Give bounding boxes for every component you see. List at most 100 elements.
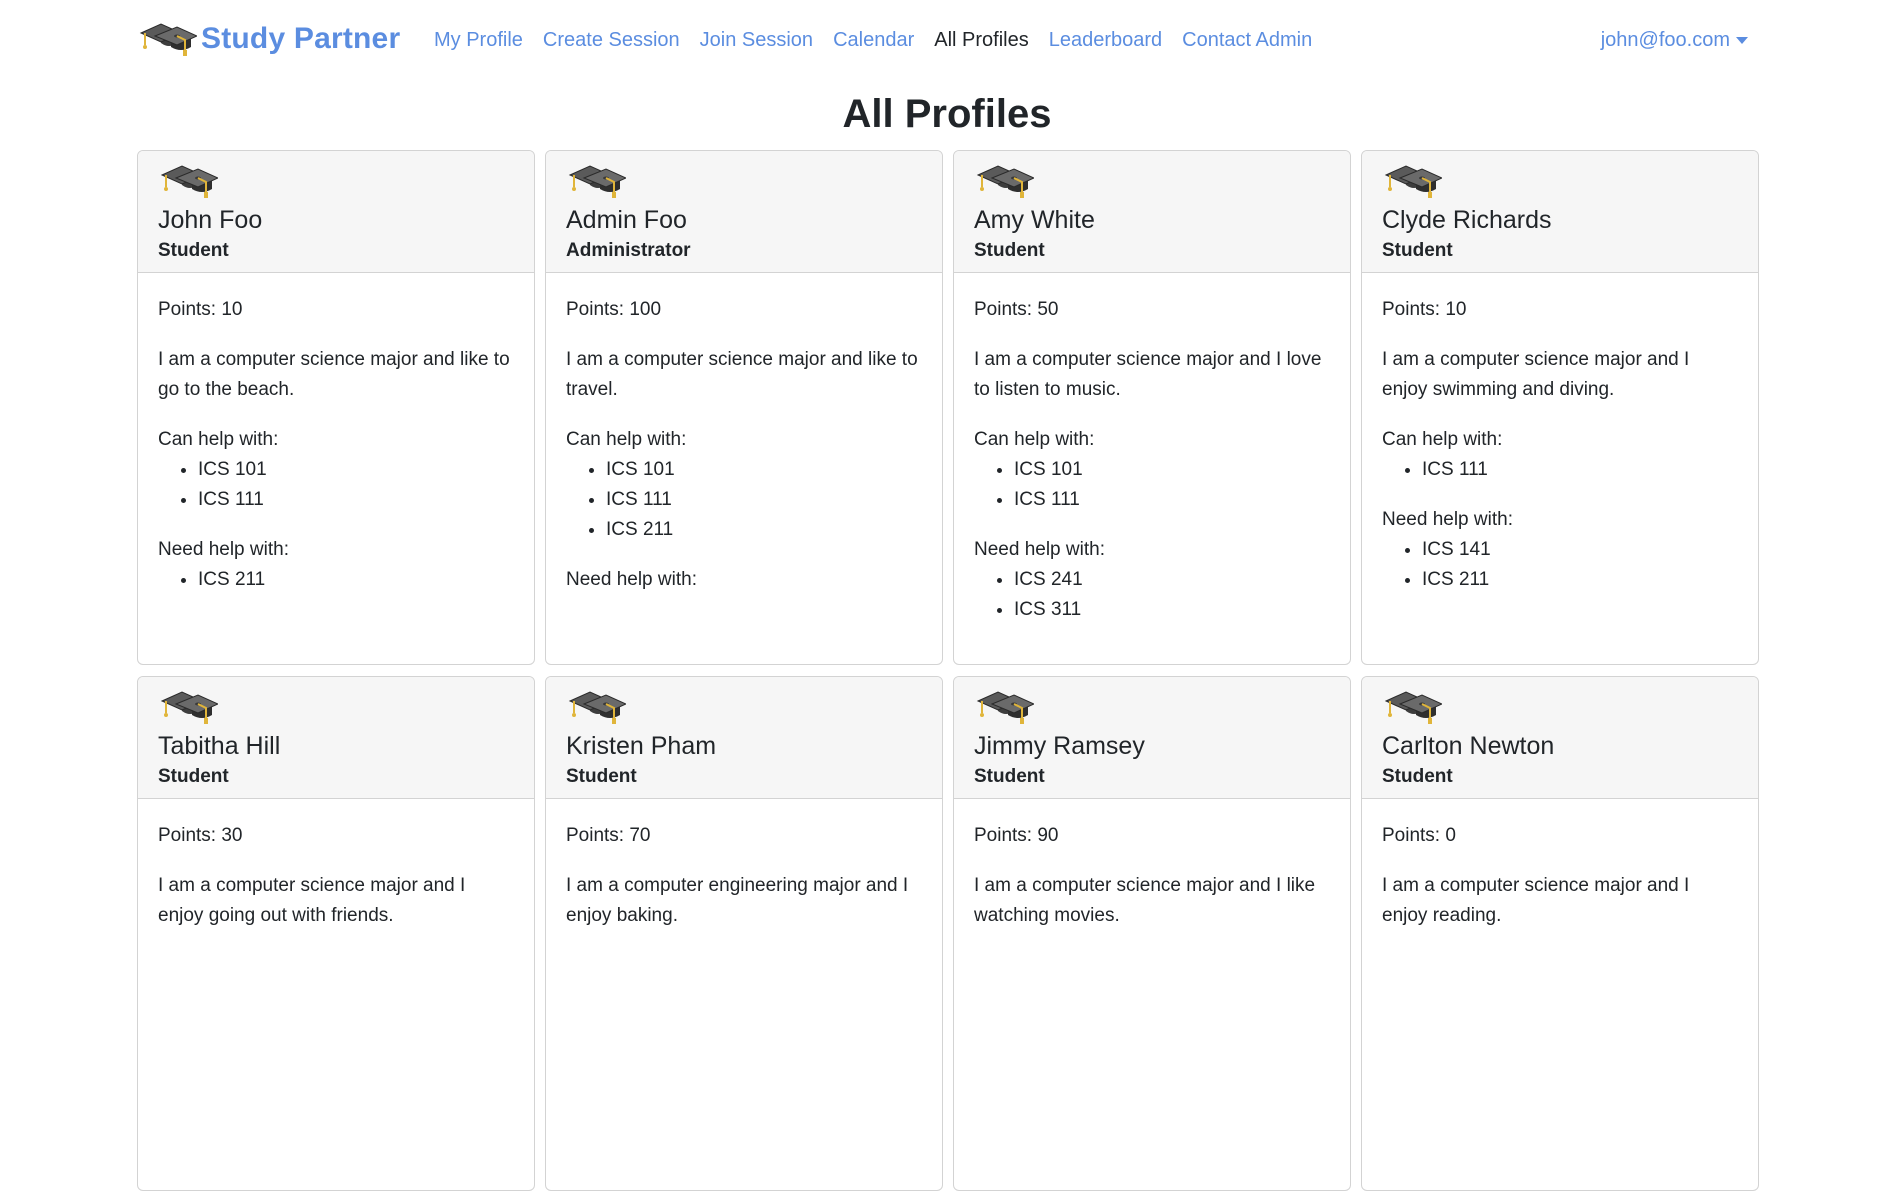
card-body: Points: 10 I am a computer science major … [1362, 273, 1758, 595]
user-dropdown[interactable]: john@foo.com [1601, 24, 1748, 56]
graduation-cap-icon [139, 19, 197, 59]
course-item: ICS 111 [198, 485, 514, 515]
can-help-list: ICS 101ICS 111 [158, 455, 514, 515]
card-body: Points: 10 I am a computer science major … [138, 273, 534, 595]
card-header: Admin Foo Administrator [546, 151, 942, 273]
course-item: ICS 111 [1014, 485, 1330, 515]
card-header: Jimmy Ramsey Student [954, 677, 1350, 799]
profile-points: Points: 0 [1382, 825, 1456, 846]
course-item: ICS 211 [606, 515, 922, 545]
card-header: Amy White Student [954, 151, 1350, 273]
profile-role: Student [158, 766, 229, 787]
can-help-list: ICS 101ICS 111 [974, 455, 1330, 515]
graduation-cap-icon [976, 687, 1034, 727]
profile-bio: I am a computer engineering major and I … [566, 875, 909, 926]
nav-my-profile[interactable]: My Profile [434, 29, 523, 52]
graduation-cap-icon [1384, 687, 1442, 727]
profile-name: Admin Foo [566, 206, 687, 234]
profile-bio: I am a computer science major and I love… [974, 349, 1322, 400]
graduation-cap-icon [160, 687, 218, 727]
card-header: Kristen Pham Student [546, 677, 942, 799]
profile-bio: I am a computer science major and I like… [974, 875, 1316, 926]
profile-card: Tabitha Hill Student Points: 30 I am a comp… [137, 676, 535, 1191]
card-body: Points: 90 I am a computer science major … [954, 799, 1350, 931]
nav-all-profiles[interactable]: All Profiles [934, 29, 1028, 52]
profile-bio: I am a computer science major and I enjo… [1382, 875, 1690, 926]
profile-bio: I am a computer science major and like t… [566, 349, 918, 400]
card-header: Carlton Newton Student [1362, 677, 1758, 799]
card-header: John Foo Student [138, 151, 534, 273]
profile-points: Points: 90 [974, 825, 1059, 846]
profile-role: Student [1382, 240, 1453, 261]
need-help-list: ICS 241ICS 311 [974, 565, 1330, 625]
profile-card: Kristen Pham Student Points: 70 I am a comp… [545, 676, 943, 1191]
course-item: ICS 141 [1422, 535, 1738, 565]
profile-card: Clyde Richards Student Points: 10 I am a co… [1361, 150, 1759, 665]
caret-down-icon [1736, 36, 1748, 44]
course-item: ICS 311 [1014, 595, 1330, 625]
profile-bio: I am a computer science major and like t… [158, 349, 510, 400]
profile-points: Points: 10 [158, 299, 243, 320]
profile-name: Amy White [974, 206, 1095, 234]
profile-points: Points: 50 [974, 299, 1059, 320]
need-help-list: ICS 211 [158, 565, 514, 595]
profile-role: Student [566, 766, 637, 787]
profile-card: Amy White Student Points: 50 I am a compute… [953, 150, 1351, 665]
need-help-label: Need help with: [566, 569, 697, 590]
can-help-label: Can help with: [158, 429, 279, 450]
nav-links: My Profile Create Session Join Session C… [434, 24, 1332, 56]
profile-bio: I am a computer science major and I enjo… [158, 875, 466, 926]
profile-name: Carlton Newton [1382, 732, 1555, 760]
graduation-cap-icon [160, 161, 218, 201]
graduation-cap-icon [1384, 161, 1442, 201]
card-body: Points: 0 I am a computer science major a… [1362, 799, 1758, 931]
graduation-cap-icon [976, 161, 1034, 201]
graduation-cap-icon [568, 161, 626, 201]
profile-points: Points: 70 [566, 825, 651, 846]
nav-contact-admin[interactable]: Contact Admin [1182, 29, 1312, 52]
course-item: ICS 101 [198, 455, 514, 485]
course-item: ICS 111 [1422, 455, 1738, 485]
nav-join-session[interactable]: Join Session [700, 29, 813, 52]
need-help-label: Need help with: [1382, 509, 1513, 530]
course-item: ICS 211 [198, 565, 514, 595]
brand-link[interactable]: Study Partner [139, 17, 400, 61]
card-body: Points: 50 I am a computer science major … [954, 273, 1350, 625]
profile-role: Student [974, 766, 1045, 787]
profile-role: Student [1382, 766, 1453, 787]
profile-card: Admin Foo Administrator Points: 100 I am a … [545, 150, 943, 665]
profile-name: John Foo [158, 206, 263, 234]
course-item: ICS 211 [1422, 565, 1738, 595]
course-item: ICS 111 [606, 485, 922, 515]
profile-grid: John Foo Student Points: 10 I am a computer… [137, 150, 1761, 1191]
profile-name: Tabitha Hill [158, 732, 281, 760]
need-help-list: ICS 141ICS 211 [1382, 535, 1738, 595]
nav-calendar[interactable]: Calendar [833, 29, 914, 52]
navbar: Study Partner My Profile Create Session … [0, 0, 1894, 80]
graduation-cap-icon [568, 687, 626, 727]
profile-role: Administrator [566, 240, 691, 261]
need-help-label: Need help with: [158, 539, 289, 560]
profile-points: Points: 100 [566, 299, 662, 320]
profile-card: Jimmy Ramsey Student Points: 90 I am a comp… [953, 676, 1351, 1191]
can-help-label: Can help with: [974, 429, 1095, 450]
profile-name: Jimmy Ramsey [974, 732, 1145, 760]
profile-role: Student [974, 240, 1045, 261]
card-body: Points: 70 I am a computer engineering ma… [546, 799, 942, 931]
profile-name: Clyde Richards [1382, 206, 1552, 234]
profile-points: Points: 30 [158, 825, 243, 846]
card-header: Tabitha Hill Student [138, 677, 534, 799]
profile-points: Points: 10 [1382, 299, 1467, 320]
course-item: ICS 101 [606, 455, 922, 485]
nav-create-session[interactable]: Create Session [543, 29, 680, 52]
brand-name: Study Partner [201, 22, 401, 55]
need-help-label: Need help with: [974, 539, 1105, 560]
course-item: ICS 101 [1014, 455, 1330, 485]
can-help-list: ICS 111 [1382, 455, 1738, 485]
course-item: ICS 241 [1014, 565, 1330, 595]
nav-leaderboard[interactable]: Leaderboard [1049, 29, 1162, 52]
profile-bio: I am a computer science major and I enjo… [1382, 349, 1690, 400]
profile-card: Carlton Newton Student Points: 0 I am a com… [1361, 676, 1759, 1191]
can-help-label: Can help with: [1382, 429, 1503, 450]
profile-role: Student [158, 240, 229, 261]
